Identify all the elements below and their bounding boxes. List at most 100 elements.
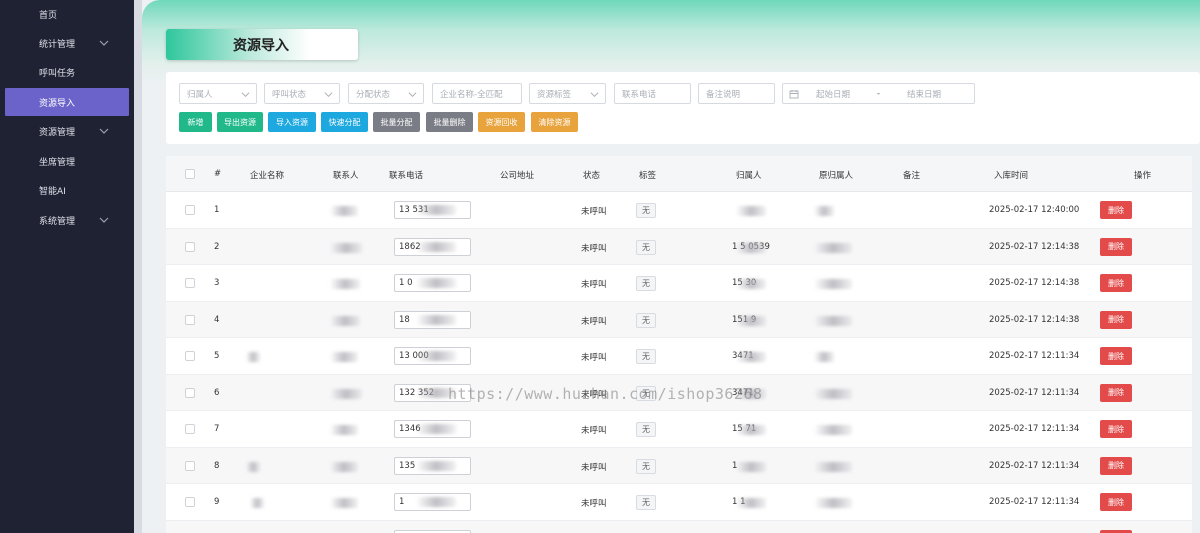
remark-input[interactable]: 备注说明 (698, 83, 775, 104)
orig-owner-redacted (814, 315, 852, 326)
delete-button[interactable]: 删除 (1100, 493, 1132, 511)
row-index: 4 (214, 314, 220, 325)
company-redacted (250, 498, 264, 508)
row-checkbox[interactable] (185, 387, 195, 398)
row-checkbox[interactable] (185, 424, 195, 434)
row-checkbox[interactable] (185, 241, 195, 252)
delete-button[interactable] (1100, 529, 1132, 533)
row-time: 2025-02-17 12:14:38 (989, 278, 1080, 288)
delete-button[interactable]: 删除 (1100, 237, 1132, 256)
contact-redacted (330, 461, 358, 472)
table-row: 71346未呼叫无15 712025-02-17 12:11:34删除 (166, 411, 1192, 448)
delete-button[interactable]: 删除 (1100, 347, 1132, 365)
remark-input-placeholder: 备注说明 (706, 89, 741, 100)
call-status-select[interactable]: 呼叫状态 (264, 83, 340, 104)
batch-assign-button[interactable]: 批量分配 (373, 112, 420, 132)
sidebar-item-label: 智能AI (39, 186, 66, 197)
select-all-checkbox[interactable] (185, 169, 195, 179)
sidebar-item-ai[interactable]: 智能AI (5, 176, 129, 204)
contact-redacted (330, 388, 362, 399)
start-date-placeholder: 起始日期 (816, 89, 851, 100)
phone-redacted (416, 241, 456, 252)
owner-select[interactable]: 归属人 (179, 83, 257, 104)
calendar-icon (789, 90, 799, 99)
phone-value: 18 (399, 314, 410, 325)
orig-owner-redacted (814, 242, 852, 253)
resource-table: # 企业名称 联系人 联系电话 公司地址 状态 标签 归属人 原归属人 备注 入… (166, 156, 1192, 533)
orig-owner-redacted (814, 352, 834, 362)
row-checkbox[interactable] (185, 497, 195, 507)
delete-button[interactable]: 删除 (1100, 420, 1132, 438)
table-row: 1 13 531 未呼叫无 2025-02-17 12:40:00 删除 (166, 192, 1192, 229)
phone-input-placeholder: 联系电话 (622, 89, 657, 100)
row-time: 2025-02-17 12:14:38 (989, 314, 1080, 325)
phone-redacted (416, 205, 456, 215)
sidebar-item-seat-manage[interactable]: 坐席管理 (5, 147, 129, 175)
row-index: 8 (214, 460, 220, 471)
company-input[interactable]: 企业名称-全匹配 (432, 83, 522, 104)
clear-button[interactable]: 清除资源 (531, 112, 578, 132)
orig-owner-redacted (814, 425, 852, 435)
row-status: 未呼叫 (581, 280, 607, 290)
delete-button[interactable]: 删除 (1100, 201, 1132, 219)
sidebar: 首页 统计管理 呼叫任务 资源导入 资源管理 坐席管理 智能AI 系统管理 (0, 0, 134, 533)
owner-redacted (736, 242, 766, 253)
import-button[interactable]: 导入资源 (268, 112, 316, 132)
row-tag: 无 (636, 458, 656, 474)
header-time: 入库时间 (994, 171, 1029, 181)
row-index: 2 (214, 241, 220, 252)
header-ops: 操作 (1134, 171, 1152, 181)
resource-tag-select[interactable]: 资源标签 (529, 83, 606, 104)
header-index: # (214, 169, 222, 179)
contact-redacted (330, 425, 358, 435)
add-button[interactable]: 新增 (179, 112, 212, 132)
resource-tag-placeholder: 资源标签 (537, 89, 572, 100)
sidebar-item-resource-manage[interactable]: 资源管理 (5, 117, 129, 145)
assign-status-select[interactable]: 分配状态 (348, 83, 424, 104)
quick-assign-button[interactable]: 快速分配 (321, 112, 368, 132)
row-time: 2025-02-17 12:11:34 (989, 460, 1080, 471)
sidebar-item-label: 首页 (39, 10, 58, 21)
sidebar-item-home[interactable]: 首页 (5, 0, 129, 28)
header-address: 公司地址 (500, 171, 535, 181)
row-time: 2025-02-17 12:11:34 (989, 351, 1080, 361)
phone-field[interactable] (394, 529, 471, 533)
contact-redacted (330, 315, 360, 326)
row-status: 未呼叫 (581, 462, 607, 473)
sidebar-item-label: 坐席管理 (39, 157, 76, 168)
header-tag: 标签 (639, 171, 657, 181)
table-row: 21862未呼叫无1 5 05392025-02-17 12:14:38删除 (166, 228, 1192, 265)
row-tag: 无 (636, 349, 656, 364)
row-index: 6 (214, 387, 220, 398)
sidebar-item-label: 统计管理 (39, 39, 76, 50)
sidebar-item-system[interactable]: 系统管理 (5, 206, 129, 234)
header-contact: 联系人 (333, 171, 359, 181)
delete-button[interactable]: 删除 (1100, 383, 1132, 402)
delete-button[interactable]: 删除 (1100, 456, 1132, 475)
date-range-picker[interactable]: 起始日期 - 结束日期 (782, 83, 975, 104)
sidebar-gutter (134, 0, 142, 533)
row-time: 2025-02-17 12:14:38 (989, 241, 1080, 252)
orig-owner-redacted (814, 461, 852, 472)
row-checkbox[interactable] (185, 314, 195, 325)
delete-button[interactable]: 删除 (1100, 310, 1132, 329)
row-status: 未呼叫 (581, 243, 607, 254)
phone-input[interactable]: 联系电话 (614, 83, 691, 104)
sidebar-item-label: 资源管理 (39, 127, 76, 138)
row-checkbox[interactable] (185, 460, 195, 471)
sidebar-item-resource-import[interactable]: 资源导入 (5, 88, 129, 116)
chevron-down-icon (99, 40, 109, 46)
contact-redacted (330, 352, 358, 362)
sidebar-item-statistics[interactable]: 统计管理 (5, 29, 129, 57)
row-time: 2025-02-17 12:11:34 (989, 387, 1080, 398)
row-checkbox[interactable] (185, 205, 195, 215)
row-checkbox[interactable] (185, 351, 195, 361)
batch-delete-button[interactable]: 批量删除 (426, 112, 473, 132)
row-checkbox[interactable] (185, 278, 195, 288)
recycle-button[interactable]: 资源回收 (478, 112, 525, 132)
owner-redacted (736, 425, 766, 435)
delete-button[interactable]: 删除 (1100, 274, 1132, 292)
orig-owner-redacted (814, 279, 852, 289)
sidebar-item-call-task[interactable]: 呼叫任务 (5, 58, 129, 86)
export-button[interactable]: 导出资源 (217, 112, 263, 132)
